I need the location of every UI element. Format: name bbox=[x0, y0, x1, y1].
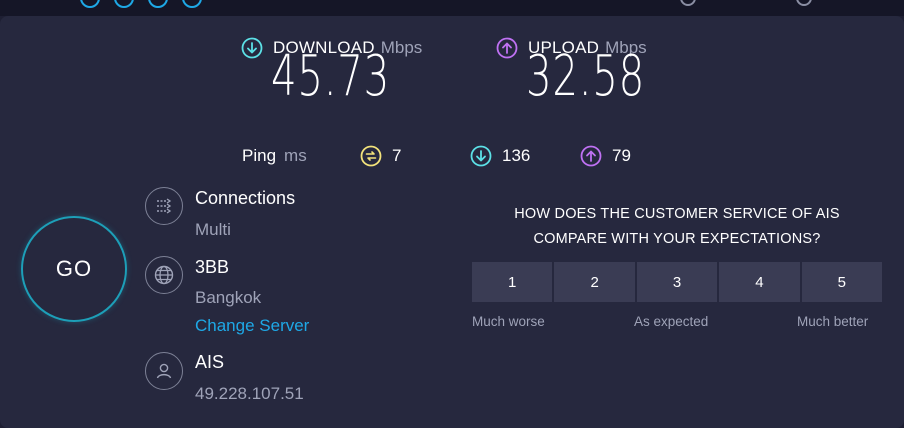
ping-upload-value: 79 bbox=[612, 146, 631, 165]
ping-download: 136 bbox=[470, 144, 530, 168]
rating-button-3[interactable]: 3 bbox=[636, 262, 718, 302]
ping-upload-icon bbox=[580, 145, 602, 167]
ping-idle-value: 7 bbox=[392, 146, 402, 165]
scale-high-label: Much better bbox=[797, 314, 869, 329]
rating-scale: 1 2 3 4 5 bbox=[472, 262, 883, 302]
nav-circle-icon[interactable] bbox=[148, 0, 168, 8]
connections-title: Connections bbox=[195, 188, 296, 208]
change-server-link[interactable]: Change Server bbox=[195, 316, 309, 336]
settings-icon[interactable] bbox=[796, 0, 812, 6]
ping-label: Ping bbox=[242, 146, 277, 165]
ping-download-value: 136 bbox=[502, 146, 531, 165]
ping-idle-icon bbox=[360, 145, 382, 167]
globe-icon bbox=[145, 256, 183, 294]
rating-button-1[interactable]: 1 bbox=[472, 262, 553, 302]
ping-label-group: Ping ms bbox=[242, 144, 307, 168]
survey-question-line2: COMPARE WITH YOUR EXPECTATIONS? bbox=[533, 231, 821, 247]
provider-name: AIS bbox=[195, 352, 225, 372]
rating-button-5[interactable]: 5 bbox=[801, 262, 883, 302]
user-icon bbox=[145, 352, 183, 390]
survey-question-line1: HOW DOES THE CUSTOMER SERVICE OF AIS bbox=[514, 206, 840, 222]
ping-download-icon bbox=[470, 145, 492, 167]
speedtest-results-panel: DOWNLOAD Mbps 45.73 UPLOAD Mbps 32.58 Pi… bbox=[0, 16, 904, 428]
rating-button-2[interactable]: 2 bbox=[554, 262, 635, 302]
nav-circle-icon[interactable] bbox=[80, 0, 100, 8]
connections-value: Multi bbox=[195, 220, 231, 239]
server-name: 3BB bbox=[195, 257, 230, 277]
ping-idle: 7 bbox=[360, 144, 401, 168]
nav-circle-icon[interactable] bbox=[114, 0, 134, 8]
upload-value: 32.58 bbox=[526, 44, 646, 109]
server-location: Bangkok bbox=[195, 288, 262, 307]
scale-low-label: Much worse bbox=[472, 314, 545, 329]
provider-ip: 49.228.107.51 bbox=[195, 384, 304, 403]
connections-icon bbox=[145, 187, 183, 225]
nav-circle-icon[interactable] bbox=[182, 0, 202, 8]
ping-upload: 79 bbox=[580, 144, 631, 168]
top-nav-bar bbox=[0, 0, 904, 16]
go-button[interactable]: GO bbox=[21, 216, 127, 322]
help-icon[interactable] bbox=[680, 0, 696, 6]
survey-question: HOW DOES THE CUSTOMER SERVICE OF AIS COM… bbox=[472, 202, 882, 252]
download-value: 45.73 bbox=[271, 44, 391, 109]
ping-unit: ms bbox=[284, 146, 307, 165]
rating-button-4[interactable]: 4 bbox=[719, 262, 800, 302]
upload-arrow-icon bbox=[496, 37, 518, 59]
scale-mid-label: As expected bbox=[634, 314, 709, 329]
download-arrow-icon bbox=[241, 37, 263, 59]
